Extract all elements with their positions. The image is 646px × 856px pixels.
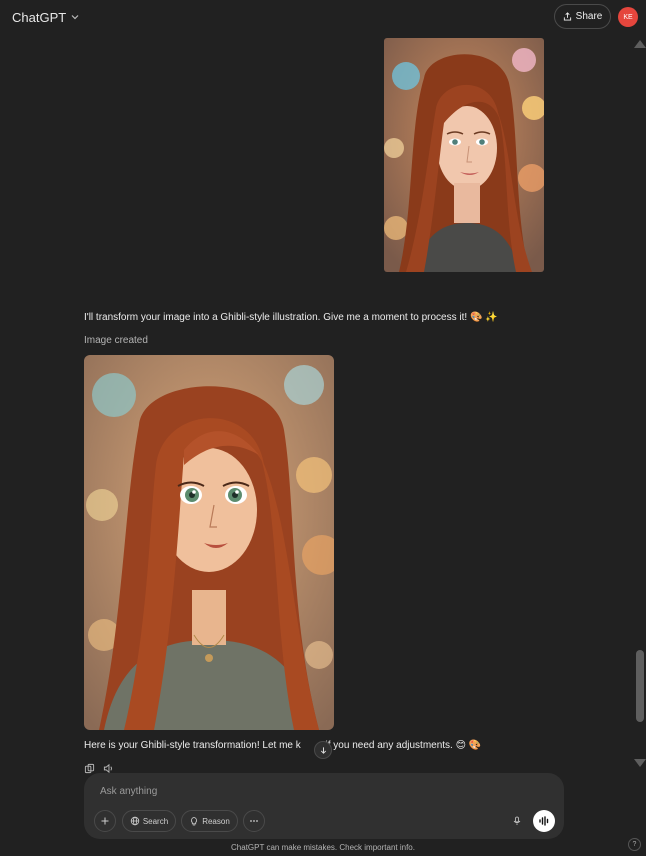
avatar[interactable]: KE — [618, 7, 638, 27]
chevron-down-icon — [71, 15, 79, 20]
more-tools-button[interactable] — [243, 810, 265, 832]
model-selector[interactable]: ChatGPT — [12, 10, 80, 25]
top-bar: ChatGPT — [0, 0, 646, 34]
assistant-message-text: I'll transform your image into a Ghibli-… — [84, 312, 498, 323]
microphone-icon — [513, 816, 521, 825]
scroll-down-arrow-icon[interactable] — [634, 759, 646, 767]
add-attachment-button[interactable] — [94, 810, 116, 832]
assistant-message-text-2: Here is your Ghibli-style transformation… — [84, 740, 482, 751]
microphone-button[interactable] — [507, 811, 527, 831]
ellipsis-icon — [250, 820, 258, 822]
generated-ghibli-image[interactable] — [84, 355, 334, 730]
lightbulb-icon — [191, 817, 198, 826]
scroll-to-bottom-button[interactable] — [314, 741, 332, 759]
scroll-up-arrow-icon[interactable] — [634, 40, 646, 48]
voice-mode-button[interactable] — [533, 810, 555, 832]
search-button[interactable]: Search — [122, 810, 176, 832]
model-label: ChatGPT — [12, 9, 67, 25]
help-button[interactable]: ? — [628, 838, 641, 851]
composer: Search Reason — [84, 773, 564, 839]
search-label: Search — [142, 816, 169, 826]
arrow-down-icon — [320, 746, 326, 754]
waveform-icon — [539, 816, 549, 826]
share-icon — [563, 12, 571, 21]
scrollbar-thumb[interactable] — [636, 650, 644, 722]
share-button[interactable]: Share — [554, 4, 611, 29]
share-label: Share — [575, 11, 603, 22]
user-uploaded-photo[interactable] — [384, 38, 544, 272]
disclaimer-text: ChatGPT can make mistakes. Check importa… — [231, 843, 415, 852]
globe-icon — [130, 816, 140, 826]
image-status-label: Image created — [84, 335, 148, 346]
plus-icon — [101, 817, 109, 825]
copy-icon[interactable] — [84, 763, 95, 774]
message-input[interactable] — [100, 783, 500, 799]
reason-label: Reason — [202, 816, 230, 826]
reason-button[interactable]: Reason — [181, 810, 238, 832]
